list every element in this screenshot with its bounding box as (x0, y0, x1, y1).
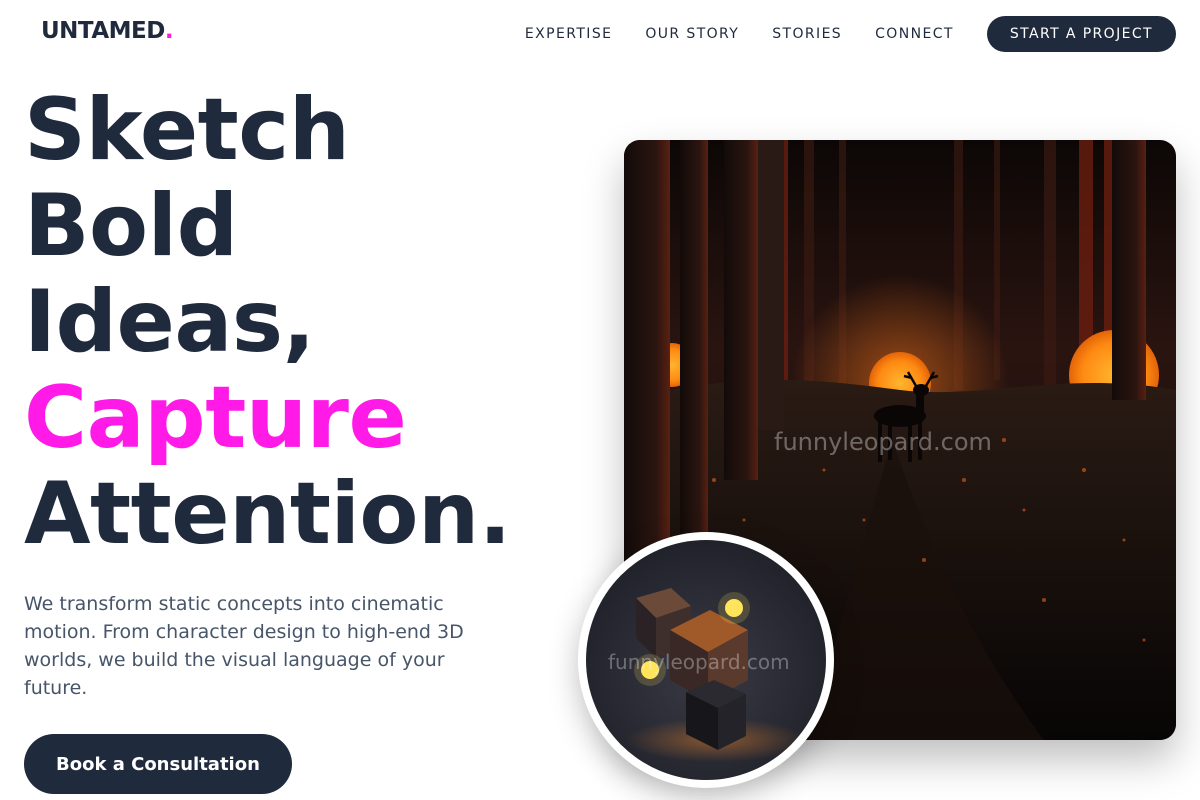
start-project-button[interactable]: START A PROJECT (986, 16, 1176, 52)
nav-link-connect[interactable]: CONNECT (875, 26, 954, 42)
image-watermark: funnyleopard.com (774, 428, 992, 456)
headline-line-1: Sketch (24, 80, 350, 180)
headline-line-2: Bold (24, 176, 238, 276)
headline-line-3: Ideas, (24, 272, 315, 372)
landing-page: UNTAMED. EXPERTISE OUR STORY STORIES CON… (0, 0, 1200, 800)
brand-logo[interactable]: UNTAMED. (41, 18, 174, 44)
headline-line-5: Attention. (24, 464, 511, 564)
nav-link-expertise[interactable]: EXPERTISE (525, 26, 612, 42)
main-nav: EXPERTISE OUR STORY STORIES CONNECT STAR… (525, 16, 1176, 52)
hero-headline: Sketch Bold Ideas, Capture Attention. (24, 82, 511, 562)
brand-name: UNTAMED (41, 18, 165, 44)
book-consultation-button[interactable]: Book a Consultation (24, 734, 292, 794)
headline-line-accent: Capture (24, 368, 407, 468)
nav-link-stories[interactable]: STORIES (772, 26, 842, 42)
nav-link-our-story[interactable]: OUR STORY (645, 26, 739, 42)
hero-description: We transform static concepts into cinema… (24, 593, 464, 699)
circle-watermark: funnyleopard.com (608, 650, 790, 674)
brand-dot: . (164, 18, 174, 44)
